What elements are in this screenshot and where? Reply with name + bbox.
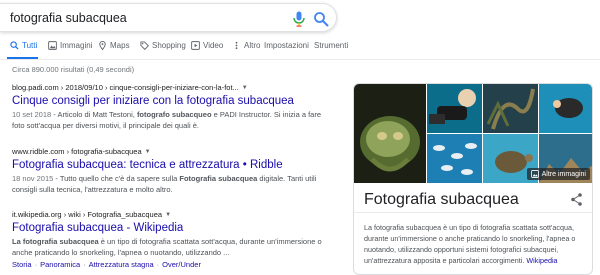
share-icon[interactable] (571, 193, 582, 206)
result-date: 18 nov 2015 (12, 174, 54, 183)
search-tabs: Tutti Immagini Maps Shopping Video Altro… (0, 38, 600, 60)
tab-label: Shopping (152, 41, 186, 50)
tab-label: Tutti (22, 41, 38, 50)
tab-tutti[interactable]: Tutti (10, 41, 37, 50)
active-tab-indicator (7, 57, 38, 59)
tab-label: Strumenti (314, 41, 349, 50)
wikipedia-link[interactable]: Wikipedia (526, 256, 557, 265)
result-title[interactable]: Cinque consigli per iniziare con la foto… (12, 95, 328, 107)
result-snippet: 10 set 2018 - Articolo di Matt Testoni, … (12, 110, 328, 131)
caret-down-icon[interactable]: ▼ (145, 149, 151, 155)
search-bar[interactable]: fotografia subacquea (0, 3, 337, 32)
collage-image[interactable] (354, 84, 426, 183)
caret-down-icon[interactable]: ▼ (165, 212, 171, 218)
result-date: 10 set 2018 (12, 110, 52, 119)
result-url[interactable]: blog.padi.com › 2018/09/10 › cinque-cons… (12, 83, 239, 92)
knowledge-panel-description: La fotografia subacquea è un tipo di fot… (364, 222, 586, 266)
sitelink-over-under[interactable]: Over/Under (162, 260, 201, 269)
result-snippet: 18 nov 2015 - Tutto quello che c'è da sa… (12, 174, 328, 195)
snippet-highlight: La fotografia subacquea (12, 237, 99, 246)
result-url-row: www.ridble.com › fotografia-subacquea ▼ (12, 147, 328, 156)
search-icon[interactable] (313, 11, 329, 27)
microphone-icon[interactable] (292, 11, 306, 27)
image-icon (530, 170, 539, 178)
tab-altro[interactable]: Altro (232, 41, 260, 50)
snippet-text: - Tutto quello che c'è da sapere sulla (53, 174, 180, 183)
collage-image[interactable] (427, 84, 482, 133)
result-url-row: it.wikipedia.org › wiki › Fotografia_sub… (12, 210, 328, 219)
tab-impostazioni[interactable]: Impostazioni (264, 41, 309, 50)
result-snippet: La fotografia subacquea è un tipo di fot… (12, 237, 328, 258)
tab-label: Maps (110, 41, 130, 50)
tab-immagini[interactable]: Immagini (48, 41, 92, 50)
more-images-label: Altre immagini (541, 170, 586, 178)
caret-down-icon[interactable]: ▼ (242, 85, 248, 91)
tab-label: Video (203, 41, 224, 50)
search-icon (10, 41, 19, 50)
image-icon (48, 41, 57, 50)
knowledge-panel-title: Fotografia subacquea (364, 191, 519, 208)
tab-label: Impostazioni (264, 41, 309, 50)
search-result: www.ridble.com › fotografia-subacquea ▼ … (12, 147, 328, 195)
more-vert-icon (235, 41, 238, 50)
collage-image[interactable] (483, 84, 538, 133)
result-title[interactable]: Fotografia subacquea - Wikipedia (12, 222, 328, 234)
result-url[interactable]: www.ridble.com › fotografia-subacquea (12, 147, 142, 156)
tag-icon (140, 41, 149, 50)
snippet-highlight: fotografo subacqueo (136, 110, 212, 119)
search-result: blog.padi.com › 2018/09/10 › cinque-cons… (12, 83, 328, 131)
divider (354, 212, 592, 213)
sitelinks: Storia · Panoramica · Attrezzatura stagna · Ov… (12, 260, 201, 269)
tab-shopping[interactable]: Shopping (140, 41, 186, 50)
tab-label: Immagini (60, 41, 93, 50)
collage-image[interactable] (427, 134, 482, 183)
tab-strumenti[interactable]: Strumenti (314, 41, 348, 50)
snippet-highlight: Fotografia subacquea (179, 174, 258, 183)
tab-maps[interactable]: Maps (98, 41, 130, 50)
snippet-text: - Articolo di Matt Testoni, (51, 110, 137, 119)
sitelink-attrezzatura-stagna[interactable]: Attrezzatura stagna (89, 260, 154, 269)
tab-video[interactable]: Video (191, 41, 223, 50)
video-icon (191, 41, 200, 50)
result-stats: Circa 890.000 risultati (0,49 secondi) (12, 65, 135, 74)
collage-image[interactable] (539, 84, 592, 133)
result-title[interactable]: Fotografia subacquea: tecnica e attrezza… (12, 159, 328, 171)
result-url-row: blog.padi.com › 2018/09/10 › cinque-cons… (12, 83, 328, 92)
knowledge-panel: Altre immagini Fotografia subacquea La f… (353, 83, 593, 275)
more-images-button[interactable]: Altre immagini (526, 168, 590, 180)
sitelink-storia[interactable]: Storia (12, 260, 32, 269)
map-icon (99, 41, 106, 50)
search-input[interactable]: fotografia subacquea (10, 11, 127, 25)
image-collage[interactable]: Altre immagini (354, 84, 592, 183)
tab-label: Altro (244, 41, 261, 50)
search-result: it.wikipedia.org › wiki › Fotografia_sub… (12, 210, 328, 269)
sitelink-panoramica[interactable]: Panoramica (40, 260, 80, 269)
result-url[interactable]: it.wikipedia.org › wiki › Fotografia_sub… (12, 210, 162, 219)
